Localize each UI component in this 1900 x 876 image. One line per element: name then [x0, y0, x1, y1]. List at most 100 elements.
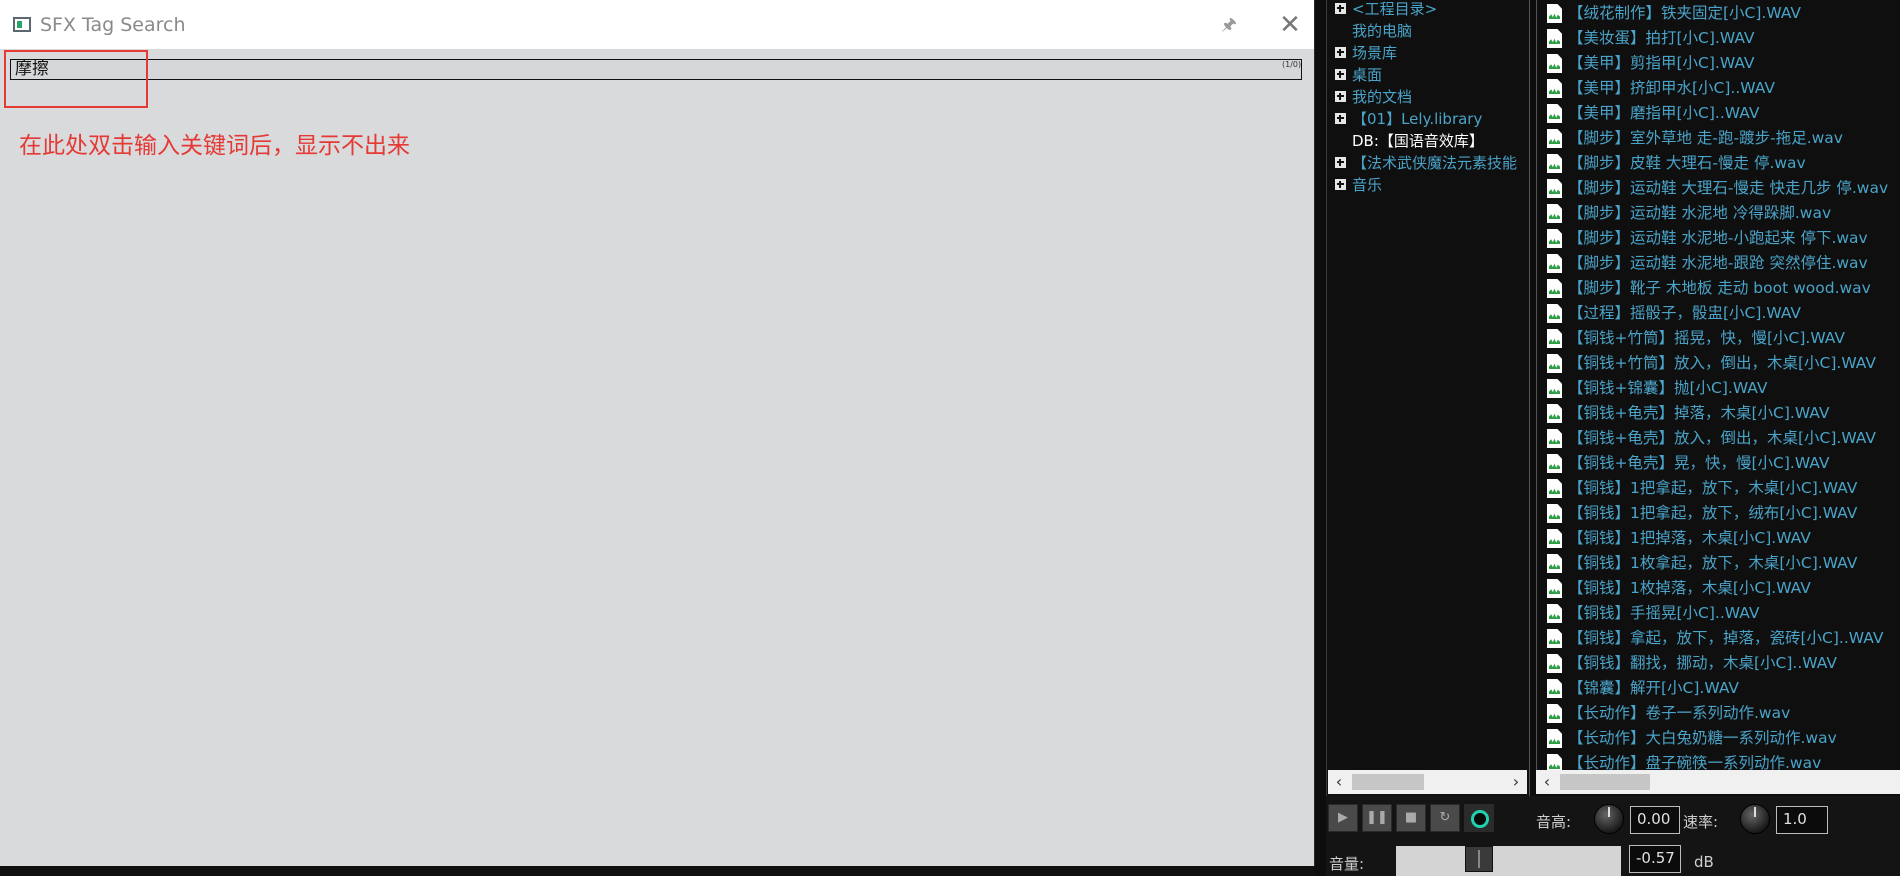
annotation-text: 在此处双击输入关键词后，显示不出来 — [19, 133, 410, 159]
file-name: 【美妆蛋】拍打[小C].WAV — [1568, 29, 1755, 47]
file-list-item[interactable]: 【铜钱+竹筒】摇晃，快，慢[小C].WAV — [1537, 326, 1900, 351]
tree-item[interactable]: 桌面 — [1327, 64, 1529, 86]
scroll-thumb[interactable] — [1560, 774, 1650, 790]
file-list-item[interactable]: 【脚步】室外草地 走-跑-踱步-拖足.wav — [1537, 126, 1900, 151]
file-name: 【铜钱】1枚掉落，木桌[小C].WAV — [1568, 579, 1811, 597]
audio-file-icon — [1547, 104, 1562, 123]
transport-controls: ▶ ❚❚ ■ ↻ 音高: 0.00 速率: 1.0 音量: -0.57 dB — [1326, 796, 1900, 876]
audio-file-icon — [1547, 129, 1562, 148]
file-list-item[interactable]: 【锦囊】解开[小C].WAV — [1537, 676, 1900, 701]
tree-item[interactable]: 音乐 — [1327, 174, 1529, 196]
volume-value[interactable]: -0.57 — [1629, 845, 1681, 873]
file-list-item[interactable]: 【铜钱】1把掉落，木桌[小C].WAV — [1537, 526, 1900, 551]
file-list-item[interactable]: 【长动作】卷子一系列动作.wav — [1537, 701, 1900, 726]
file-list-item[interactable]: 【铜钱】1把拿起，放下，木桌[小C].WAV — [1537, 476, 1900, 501]
file-name: 【美甲】挤卸甲水[小C]..WAV — [1568, 79, 1775, 97]
file-name: 【长动作】大白兔奶糖一系列动作.wav — [1568, 729, 1837, 747]
file-list-item[interactable]: 【绒花制作】铁夹固定[小C].WAV — [1537, 1, 1900, 26]
audio-file-icon — [1547, 379, 1562, 398]
stop-icon[interactable]: ■ — [1396, 804, 1426, 832]
audio-file-icon — [1547, 204, 1562, 223]
file-name: 【美甲】磨指甲[小C]..WAV — [1568, 104, 1760, 122]
file-list-item[interactable]: 【铜钱】拿起，放下，掉落，瓷砖[小C]..WAV — [1537, 626, 1900, 651]
speed-knob[interactable] — [1740, 804, 1770, 834]
tree-horizontal-scrollbar[interactable]: ‹ › — [1328, 770, 1527, 794]
file-list-item[interactable]: 【铜钱+龟壳】放入，倒出，木桌[小C].WAV — [1537, 426, 1900, 451]
tree-item[interactable]: 我的文档 — [1327, 86, 1529, 108]
scroll-right-icon[interactable]: › — [1505, 770, 1527, 794]
tree-item[interactable]: 【01】Lely.library — [1327, 108, 1529, 130]
file-list-item[interactable]: 【长动作】盘子碗筷一系列动作.wav — [1537, 751, 1900, 770]
tree-item[interactable]: 【法术武侠魔法元素技能 — [1327, 152, 1529, 174]
expand-plus-icon[interactable] — [1335, 69, 1346, 80]
audio-file-icon — [1547, 504, 1562, 523]
pin-icon[interactable]: 🖈 — [1217, 12, 1241, 38]
file-list-item[interactable]: 【铜钱】翻找，挪动，木桌[小C]..WAV — [1537, 651, 1900, 676]
audio-file-icon — [1547, 629, 1562, 648]
tree-item-label: 音乐 — [1352, 176, 1383, 194]
scroll-left-icon[interactable]: ‹ — [1328, 770, 1350, 794]
file-name: 【铜钱】拿起，放下，掉落，瓷砖[小C]..WAV — [1568, 629, 1884, 647]
file-name: 【绒花制作】铁夹固定[小C].WAV — [1568, 4, 1802, 22]
file-list-item[interactable]: 【铜钱】1枚拿起，放下，木桌[小C].WAV — [1537, 551, 1900, 576]
expand-plus-icon[interactable] — [1335, 157, 1346, 168]
file-list-item[interactable]: 【长动作】大白兔奶糖一系列动作.wav — [1537, 726, 1900, 751]
expand-plus-icon[interactable] — [1335, 3, 1346, 14]
file-name: 【铜钱+龟壳】掉落，木桌[小C].WAV — [1568, 404, 1830, 422]
file-name: 【铜钱】1把掉落，木桌[小C].WAV — [1568, 529, 1811, 547]
file-list-item[interactable]: 【铜钱+龟壳】晃，快，慢[小C].WAV — [1537, 451, 1900, 476]
file-list-item[interactable]: 【过程】摇骰子，骰盅[小C].WAV — [1537, 301, 1900, 326]
expand-plus-icon[interactable] — [1335, 47, 1346, 58]
pause-icon[interactable]: ❚❚ — [1362, 804, 1392, 832]
speed-value[interactable]: 1.0 — [1776, 806, 1828, 834]
file-list-item[interactable]: 【美甲】磨指甲[小C]..WAV — [1537, 101, 1900, 126]
file-list-item[interactable]: 【脚步】运动鞋 水泥地-跟跄 突然停住.wav — [1537, 251, 1900, 276]
volume-slider[interactable] — [1396, 846, 1621, 876]
file-list-item[interactable]: 【美甲】挤卸甲水[小C]..WAV — [1537, 76, 1900, 101]
tree-item[interactable]: <工程目录> — [1327, 0, 1529, 20]
file-name: 【铜钱+龟壳】放入，倒出，木桌[小C].WAV — [1568, 429, 1877, 447]
loop-icon[interactable]: ↻ — [1430, 804, 1460, 832]
pitch-knob[interactable] — [1594, 804, 1624, 834]
folder-tree[interactable]: <工程目录> 我的电脑场景库 桌面 我的文档 【01】Lely.library DB:【国… — [1326, 0, 1530, 796]
file-list-item[interactable]: 【脚步】靴子 木地板 走动 boot wood.wav — [1537, 276, 1900, 301]
file-name: 【铜钱】翻找，挪动，木桌[小C]..WAV — [1568, 654, 1837, 672]
file-list-item[interactable]: 【铜钱】1枚掉落，木桌[小C].WAV — [1537, 576, 1900, 601]
file-name: 【长动作】盘子碗筷一系列动作.wav — [1568, 754, 1822, 770]
scroll-left-icon[interactable]: ‹ — [1536, 770, 1558, 794]
file-list-item[interactable]: 【美妆蛋】拍打[小C].WAV — [1537, 26, 1900, 51]
tree-item-label: 【法术武侠魔法元素技能 — [1352, 154, 1518, 172]
close-icon[interactable]: ✕ — [1276, 10, 1304, 40]
expand-plus-icon[interactable] — [1335, 179, 1346, 190]
scroll-thumb[interactable] — [1352, 774, 1424, 790]
file-list-item[interactable]: 【铜钱+锦囊】抛[小C].WAV — [1537, 376, 1900, 401]
file-list-item[interactable]: 【美甲】剪指甲[小C].WAV — [1537, 51, 1900, 76]
file-list-item[interactable]: 【铜钱】1把拿起，放下，绒布[小C].WAV — [1537, 501, 1900, 526]
file-list[interactable]: 【绒花制作】铁夹固定[小C].WAV 【美妆蛋】拍打[小C].WAV 【美甲】剪指甲… — [1536, 0, 1900, 770]
file-list-item[interactable]: 【铜钱】手摇晃[小C]..WAV — [1537, 601, 1900, 626]
audio-file-icon — [1547, 279, 1562, 298]
file-list-item[interactable]: 【脚步】运动鞋 水泥地 冷得跺脚.wav — [1537, 201, 1900, 226]
tree-item[interactable]: 我的电脑 — [1327, 20, 1529, 42]
volume-slider-thumb[interactable] — [1465, 846, 1493, 872]
play-icon[interactable]: ▶ — [1328, 804, 1358, 832]
expand-plus-icon[interactable] — [1335, 91, 1346, 102]
tree-item[interactable]: 场景库 — [1327, 42, 1529, 64]
file-name: 【锦囊】解开[小C].WAV — [1568, 679, 1740, 697]
pitch-value[interactable]: 0.00 — [1630, 806, 1680, 834]
file-list-item[interactable]: 【铜钱+竹筒】放入，倒出，木桌[小C].WAV — [1537, 351, 1900, 376]
file-list-item[interactable]: 【脚步】皮鞋 大理石-慢走 停.wav — [1537, 151, 1900, 176]
tree-item[interactable]: DB:【国语音效库】 — [1327, 130, 1529, 152]
record-icon[interactable] — [1464, 804, 1494, 832]
tree-item-label: 我的电脑 — [1352, 22, 1413, 40]
file-name: 【脚步】皮鞋 大理石-慢走 停.wav — [1568, 154, 1806, 172]
window-title: SFX Tag Search — [40, 14, 186, 36]
file-list-item[interactable]: 【脚步】运动鞋 水泥地-小跑起来 停下.wav — [1537, 226, 1900, 251]
file-list-item[interactable]: 【铜钱+龟壳】掉落，木桌[小C].WAV — [1537, 401, 1900, 426]
file-list-item[interactable]: 【脚步】运动鞋 大理石-慢走 快走几步 停.wav — [1537, 176, 1900, 201]
file-list-horizontal-scrollbar[interactable]: ‹ — [1536, 770, 1900, 794]
audio-file-icon — [1547, 254, 1562, 273]
expand-plus-icon[interactable] — [1335, 113, 1346, 124]
search-input[interactable]: 摩擦 — [10, 59, 1302, 80]
title-bar[interactable]: SFX Tag Search 🖈 ✕ — [0, 0, 1314, 49]
